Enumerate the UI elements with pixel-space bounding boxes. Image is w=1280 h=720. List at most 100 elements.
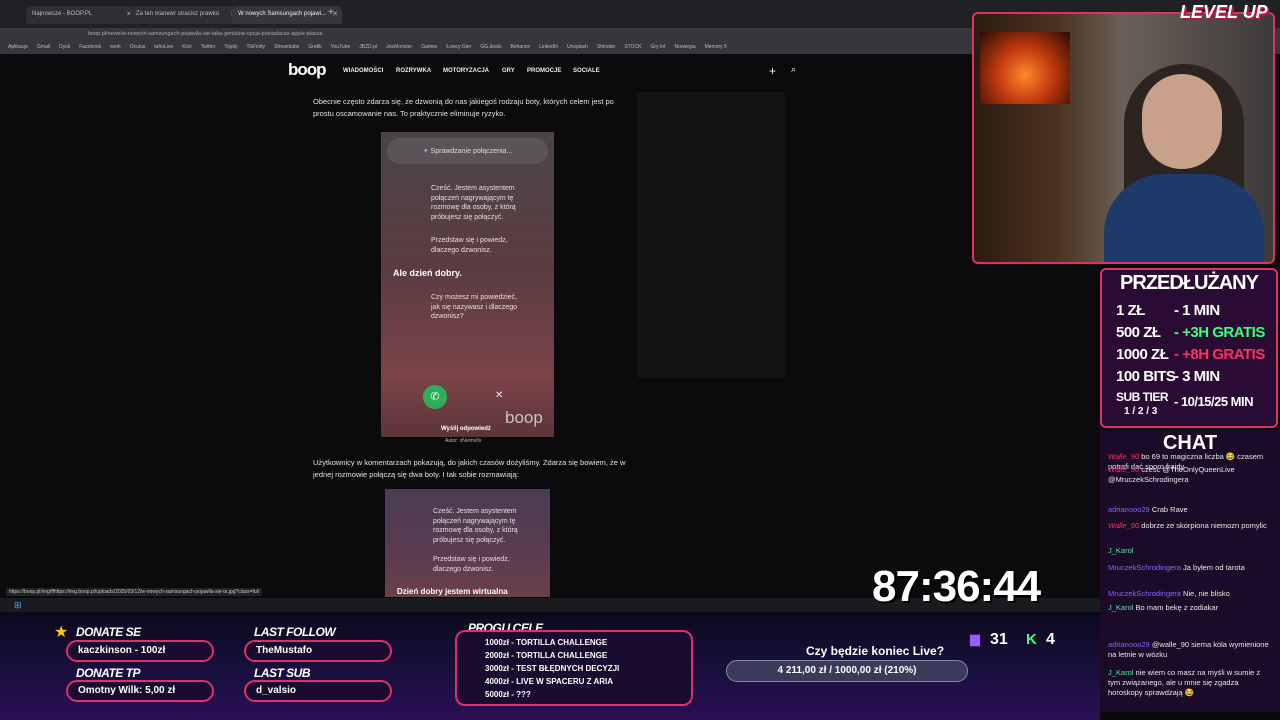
bookmark-item[interactable]: Aplikacje xyxy=(8,44,28,50)
article-paragraph: Użytkownicy w komentarzach pokazują, do … xyxy=(313,458,626,479)
tab-label: Za ten manewr stracisz prawko xyxy=(136,11,220,17)
bookmark-item[interactable]: tahoLive xyxy=(154,44,173,50)
tab-najnowsze[interactable]: Najnowsze - BOOP.PL✕ xyxy=(26,6,136,24)
new-tab-icon[interactable]: + xyxy=(328,7,334,18)
bookmark-item[interactable]: Oculus xyxy=(130,44,146,50)
answer-call-button[interactable]: ✆ xyxy=(423,385,447,409)
goal-item: 4000zł - LIVE W SPACERU Z ARIA xyxy=(485,677,614,686)
price-value: - +8H GRATIS xyxy=(1174,346,1265,363)
streamer-sweater xyxy=(1104,174,1264,262)
site-logo[interactable]: boop xyxy=(288,60,327,80)
bookmark-item[interactable]: YouTube xyxy=(331,44,351,50)
chat-username[interactable]: J_Karol xyxy=(1108,603,1133,612)
caller-reply: Ale dzień dobry. xyxy=(393,268,462,278)
bookmark-item[interactable]: Łowcy Gier xyxy=(446,44,471,50)
bookmark-item[interactable]: JBZD.pl xyxy=(359,44,377,50)
bookmark-item[interactable]: LinkedIn xyxy=(539,44,558,50)
phone-icon: ✆ xyxy=(430,391,440,403)
price-value: - 10/15/25 MIN xyxy=(1174,394,1254,409)
chat-username[interactable]: J_Karol xyxy=(1108,546,1133,555)
bookmark-item[interactable]: Shindan xyxy=(597,44,615,50)
donate-top-label: DONATE TP xyxy=(76,666,140,680)
search-icon[interactable]: ⌕ xyxy=(791,64,796,75)
chat-text: Bo mam bekę z zodiakar xyxy=(1135,603,1219,612)
goal-item: 3000zł - TEST BŁĘDNYCH DECYZJI xyxy=(485,664,620,673)
chat-message: J_Karol Bo mam bekę z zodiakar xyxy=(1108,603,1274,613)
streamer-face xyxy=(1142,74,1222,169)
goals-panel: 1000zł - TORTILLA CHALLENGE 2000zł - TOR… xyxy=(455,630,693,706)
bookmark-item[interactable]: Unsplash xyxy=(567,44,588,50)
bookmark-item[interactable]: Twitter xyxy=(201,44,216,50)
bookmark-item[interactable]: Norwegia xyxy=(674,44,695,50)
url-text: boop.pl/news/w-nowych-samsungach-pojawil… xyxy=(88,31,323,37)
viewer-count: 31 xyxy=(990,631,1008,648)
bookmark-item[interactable]: Memory 5 xyxy=(705,44,727,50)
nav-promocje[interactable]: PROMOCJE xyxy=(527,68,561,74)
chat-message: MruczekSchrodingera Nie, nie blisko xyxy=(1108,589,1274,599)
last-follow-value: TheMustafo xyxy=(244,640,392,662)
plus-icon[interactable]: + xyxy=(769,64,776,78)
tab-label: W nowych Samsungach pojawi... xyxy=(238,11,327,17)
chat-username[interactable]: Walle_90 xyxy=(1108,452,1139,461)
star-icon: ★ xyxy=(54,624,69,641)
price-value: - 1 MIN xyxy=(1174,302,1220,319)
donate-label: DONATE SE xyxy=(76,625,141,639)
donation-progress-bar: 4 211,00 zł / 1000,00 zł (210%) xyxy=(726,660,968,682)
last-follow-label: LAST FOLLOW xyxy=(254,625,336,639)
bookmark-item[interactable]: Facebook xyxy=(79,44,101,50)
close-icon[interactable]: ✕ xyxy=(495,390,503,401)
chat-bubble-icon: ▆ xyxy=(970,631,980,646)
bookmark-item[interactable]: Behance xyxy=(510,44,530,50)
nav-motoryzacja[interactable]: MOTORYZACJA xyxy=(443,68,489,74)
caller-reply: Dzień dobry jestem wirtualna xyxy=(397,587,508,596)
kick-icon: K xyxy=(1026,631,1037,648)
donate-top-value: Omotny Wilk: 5,00 zł xyxy=(66,680,214,702)
bookmark-item[interactable]: GG.deals xyxy=(480,44,501,50)
ad-placeholder xyxy=(637,92,785,378)
bookmark-item[interactable]: Grafik xyxy=(308,44,321,50)
chat-text: Ja byłem od tarota xyxy=(1183,563,1245,572)
chat-username[interactable]: Walle_90 xyxy=(1108,521,1139,530)
chat-username[interactable]: MruczekSchrodingera xyxy=(1108,563,1181,572)
bookmark-item[interactable]: Dysk xyxy=(59,44,70,50)
tab-manewr[interactable]: Za ten manewr stracisz prawko✕ xyxy=(130,6,240,24)
chat-message: J_Karol nie wiem co masz na myśli w sumi… xyxy=(1108,668,1274,698)
bookmark-item[interactable]: Gry Int xyxy=(650,44,665,50)
nav-sociale[interactable]: SOCIALE xyxy=(573,68,600,74)
checking-connection-pill: ✦ Sprawdzanie połączenia... xyxy=(387,138,548,164)
chat-message: adrianooo29 @walle_90 siema kola wymieni… xyxy=(1108,640,1274,660)
fireplace-image xyxy=(980,32,1070,104)
bookmark-item[interactable]: Games xyxy=(421,44,437,50)
bookmark-item[interactable]: Tipply xyxy=(224,44,237,50)
price-amount: SUB TIER xyxy=(1116,390,1169,404)
bookmark-item[interactable]: STOCK xyxy=(624,44,641,50)
windows-start-icon[interactable]: ⊞ xyxy=(14,600,22,611)
tab-samsung[interactable]: W nowych Samsungach pojawi... ✕ xyxy=(232,6,342,24)
bookmark-item[interactable]: Gmail xyxy=(37,44,50,50)
tab-label: Najnowsze - BOOP.PL xyxy=(32,11,93,17)
assistant-message: Cześć. Jestem asystentem połączeń nagryw… xyxy=(433,508,518,544)
article-image-call-screen: ✦ Sprawdzanie połączenia... Cześć. Jeste… xyxy=(381,132,554,437)
chat-username[interactable]: J_Karol xyxy=(1108,668,1133,677)
bookmark-item[interactable]: work xyxy=(110,44,121,50)
chat-username[interactable]: Walle_90 xyxy=(1108,465,1139,474)
goal-item: 2000zł - TORTILLA CHALLENGE xyxy=(485,651,608,660)
last-sub-value: d_valsio xyxy=(244,680,392,702)
bookmark-item[interactable]: Kick xyxy=(182,44,191,50)
bookmark-item[interactable]: JoeMonster xyxy=(386,44,412,50)
chat-message: Walle_90 czesc @TheOnlyQueenLive @Mrucze… xyxy=(1108,465,1274,485)
nav-wiadomosci[interactable]: WIADOMOŚCI xyxy=(343,68,383,74)
send-reply-label[interactable]: Wyślij odpowiedź xyxy=(441,426,491,432)
chat-username[interactable]: adrianooo29 xyxy=(1108,505,1150,514)
chat-message: J_Karol xyxy=(1108,546,1274,556)
assistant-message: Przedstaw się i powiedz, dlaczego dzwoni… xyxy=(431,237,508,254)
bookmark-item[interactable]: TikFinity xyxy=(247,44,265,50)
chat-username[interactable]: MruczekSchrodingera xyxy=(1108,589,1181,598)
goal-item: 1000zł - TORTILLA CHALLENGE xyxy=(485,638,608,647)
nav-rozrywka[interactable]: ROZRYWKA xyxy=(396,68,431,74)
bookmark-item[interactable]: Streamlabs xyxy=(274,44,299,50)
subathon-prices-panel: PRZEDŁUŻANY 1 ZŁ - 1 MIN 500 ZŁ - +3H GR… xyxy=(1100,268,1278,428)
chat-message: MruczekSchrodingera Ja byłem od tarota xyxy=(1108,563,1274,573)
nav-gry[interactable]: GRY xyxy=(502,68,515,74)
chat-username[interactable]: adrianooo29 xyxy=(1108,640,1150,649)
